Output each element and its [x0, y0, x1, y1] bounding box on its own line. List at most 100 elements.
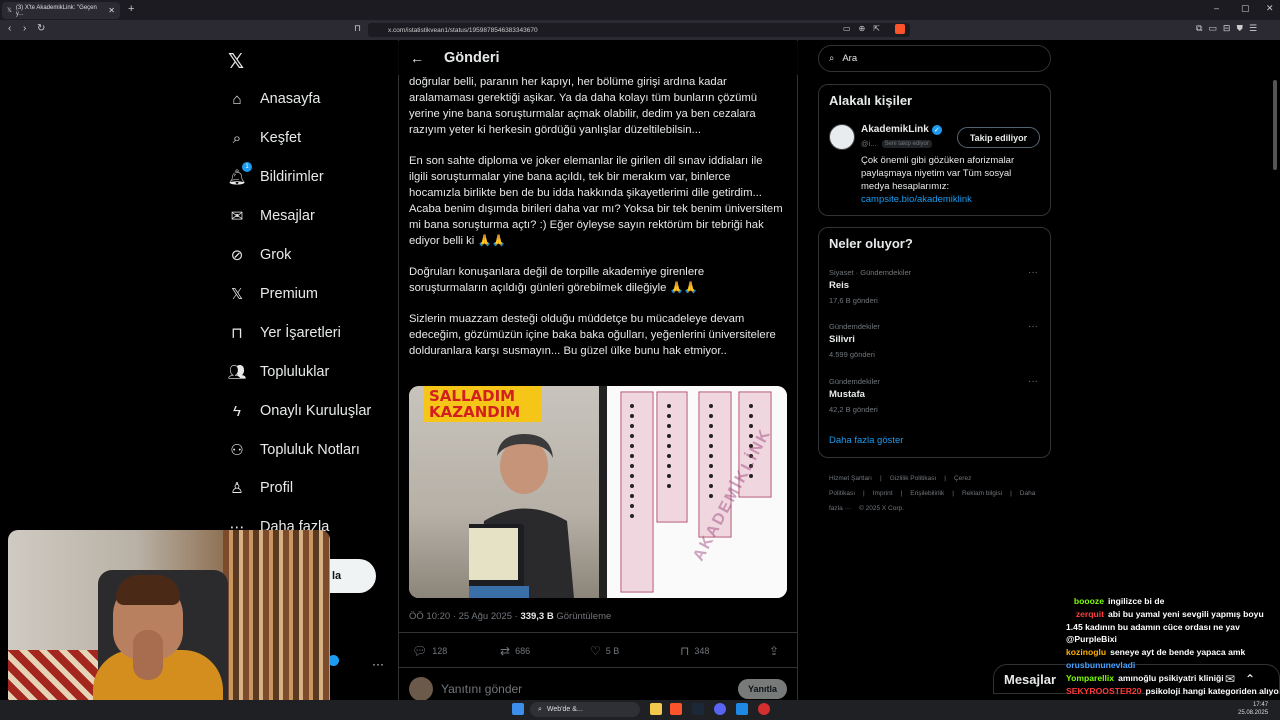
- share-icon: ⇪: [769, 644, 780, 658]
- lightning-icon: ϟ: [233, 402, 241, 420]
- reply-action[interactable]: 💬︎ 128: [412, 644, 447, 658]
- repost-count: 686: [515, 646, 531, 656]
- chat-username[interactable]: kozinoglu: [1066, 646, 1106, 659]
- nav-item-keşfet[interactable]: ⌕ Keşfet: [228, 127, 301, 149]
- nav-item-topluluk-notları[interactable]: ⚇ Topluluk Notları: [228, 439, 360, 461]
- trend-name[interactable]: Mustafa: [829, 389, 865, 400]
- taskbar-search[interactable]: ⌕ Web'de &...: [530, 702, 640, 717]
- nav-item-profil[interactable]: ♙ Profil: [228, 477, 293, 499]
- related-user-name[interactable]: AkademikLink ✓: [861, 124, 942, 135]
- close-tab-icon[interactable]: ✕: [108, 6, 115, 15]
- trends-title: Neler oluyor?: [829, 236, 913, 251]
- answer-sheet-illustration: [599, 386, 772, 598]
- bookmark-count: 348: [694, 646, 710, 656]
- post-paragraph: Sizlerin muazzam desteği olduğu müddetçe…: [409, 313, 776, 357]
- file-explorer-icon[interactable]: [650, 703, 662, 715]
- nav-item-label: Bildirimler: [260, 169, 324, 185]
- bookmark-action[interactable]: ⊓ 348: [680, 644, 709, 658]
- repost-action[interactable]: ⇄ 686: [500, 644, 530, 658]
- chat-text: ingilizce bi de: [1108, 596, 1165, 606]
- share-action[interactable]: ⇪: [769, 644, 779, 658]
- search-input[interactable]: ⌕ Ara: [818, 45, 1051, 72]
- nav-item-onaylı-kuruluşlar[interactable]: ϟ Onaylı Kuruluşlar: [228, 400, 371, 422]
- footer-link[interactable]: © 2025 X Corp.: [859, 505, 904, 512]
- trend-name[interactable]: Reis: [829, 280, 849, 291]
- taskbar-clock[interactable]: 17:47 25.08.2025: [1238, 701, 1268, 717]
- post-image[interactable]: SALLADIM KAZANDIM AKADEMİKLİNK: [409, 386, 787, 598]
- nav-item-label: Onaylı Kuruluşlar: [260, 403, 372, 419]
- clock-date: 25.08.2025: [1238, 710, 1269, 716]
- new-tab-button[interactable]: +: [128, 3, 134, 15]
- footer-link[interactable]: Erişilebilirlik: [910, 490, 944, 497]
- handle-text: @i...: [861, 139, 877, 148]
- reply-composer: Yanıtını gönder Yanıtla: [409, 677, 787, 701]
- footer-link[interactable]: Imprint: [873, 490, 893, 497]
- url-actions-icon[interactable]: ▭⊕⇱: [843, 24, 888, 33]
- nav-item-label: Topluluk Notları: [260, 442, 360, 458]
- bookmark-page-icon[interactable]: ⊓: [354, 23, 361, 34]
- bio-link[interactable]: campsite.bio/akademiklink: [861, 194, 972, 205]
- minimize-icon[interactable]: –: [1214, 3, 1219, 13]
- footer-link[interactable]: Gizlilik Politikası: [890, 475, 937, 482]
- photo-banner: SALLADIM KAZANDIM: [424, 386, 541, 422]
- taskbar: [0, 700, 1280, 720]
- trend-count: 17,6 B gönderi: [829, 296, 878, 305]
- nav-item-mesajlar[interactable]: ✉ Mesajlar: [228, 205, 315, 227]
- chat-username[interactable]: boooze: [1066, 595, 1104, 608]
- back-arrow-icon[interactable]: ←: [410, 50, 424, 66]
- like-action[interactable]: ♡ 5 B: [590, 644, 619, 658]
- chat-message: kozinoglu seneye ayt de bende yapaca amk: [1066, 646, 1280, 659]
- reply-input[interactable]: Yanıtını gönder: [441, 682, 522, 696]
- trend-more-icon[interactable]: ···: [1028, 321, 1038, 332]
- related-user-handle: @i... Seni takip ediyor: [861, 139, 932, 148]
- app-icon[interactable]: [736, 703, 748, 715]
- webcam-overlay: [8, 530, 330, 710]
- chat-username[interactable]: Yomparellix: [1066, 672, 1114, 685]
- maximize-icon[interactable]: ▢: [1241, 3, 1250, 14]
- nav-item-label: Keşfet: [260, 130, 302, 146]
- reply-count: 128: [432, 646, 448, 656]
- footer-link[interactable]: Hizmet Şartları: [829, 475, 872, 482]
- reply-button[interactable]: Yanıtla: [737, 679, 787, 699]
- footer-link[interactable]: Reklam bilgisi: [962, 490, 1002, 497]
- x-logo-icon[interactable]: 𝕏: [228, 49, 244, 74]
- footer-link: |: [863, 490, 865, 497]
- show-more-link[interactable]: Daha fazla göster: [829, 435, 903, 446]
- photo-banner-line: SALLADIM: [429, 387, 516, 405]
- url-field[interactable]: x.com/istatistikvean1/status/19598785463…: [368, 23, 910, 37]
- reload-icon[interactable]: ↻: [37, 23, 45, 34]
- back-icon[interactable]: ‹: [8, 23, 11, 34]
- chat-username[interactable]: zerquit: [1066, 608, 1104, 621]
- streamer-hand: [133, 630, 163, 680]
- trend-more-icon[interactable]: ···: [1028, 267, 1038, 278]
- account-menu-icon[interactable]: ···: [372, 657, 384, 671]
- trend-name[interactable]: Silivri: [829, 334, 855, 345]
- trend-meta: Gündemdekiler: [829, 377, 880, 386]
- forward-icon[interactable]: ›: [23, 23, 26, 34]
- windows-start-icon[interactable]: [512, 703, 524, 715]
- avatar[interactable]: [829, 124, 855, 150]
- obs-icon[interactable]: [758, 703, 770, 715]
- nav-item-premium[interactable]: 𝕏 Premium: [228, 283, 318, 305]
- discord-icon[interactable]: [714, 703, 726, 715]
- clock-time: 17:47: [1253, 702, 1269, 708]
- chat-username[interactable]: orusbununevladi: [1066, 659, 1135, 672]
- scrollbar[interactable]: [1273, 80, 1277, 170]
- steam-icon[interactable]: [692, 703, 704, 715]
- window-close-icon[interactable]: ✕: [1266, 3, 1274, 14]
- extensions-icon[interactable]: ⧉▭⊟⛊☰: [1196, 23, 1263, 34]
- brave-shield-icon[interactable]: [895, 24, 905, 34]
- chat-username[interactable]: SEKYROOSTER20: [1066, 685, 1141, 698]
- trend-more-icon[interactable]: ···: [1028, 376, 1038, 387]
- nav-item-yer-i-şaretleri[interactable]: ⊓ Yer İşaretleri: [228, 322, 341, 344]
- post-meta: ÖÖ 10:20 · 25 Ağu 2025 · 339,3 B Görüntü…: [409, 611, 611, 622]
- chat-text: seneye ayt de bende yapaca amk: [1110, 647, 1246, 658]
- nav-item-bildirimler[interactable]: 🔔︎ 1 Bildirimler: [227, 162, 324, 188]
- nav-item-topluluklar[interactable]: 👥︎ Topluluklar: [227, 361, 329, 383]
- following-button[interactable]: Takip ediliyor: [957, 127, 1040, 148]
- brave-icon[interactable]: [670, 703, 682, 715]
- nav-item-grok[interactable]: ⊘ Grok: [228, 244, 292, 266]
- nav-item-anasayfa[interactable]: ⌂ Anasayfa: [228, 88, 320, 110]
- browser-tab[interactable]: 𝕏 (3) X'te AkademikLink: "Geçen y... ✕: [2, 2, 120, 19]
- notification-badge: 1: [242, 162, 252, 172]
